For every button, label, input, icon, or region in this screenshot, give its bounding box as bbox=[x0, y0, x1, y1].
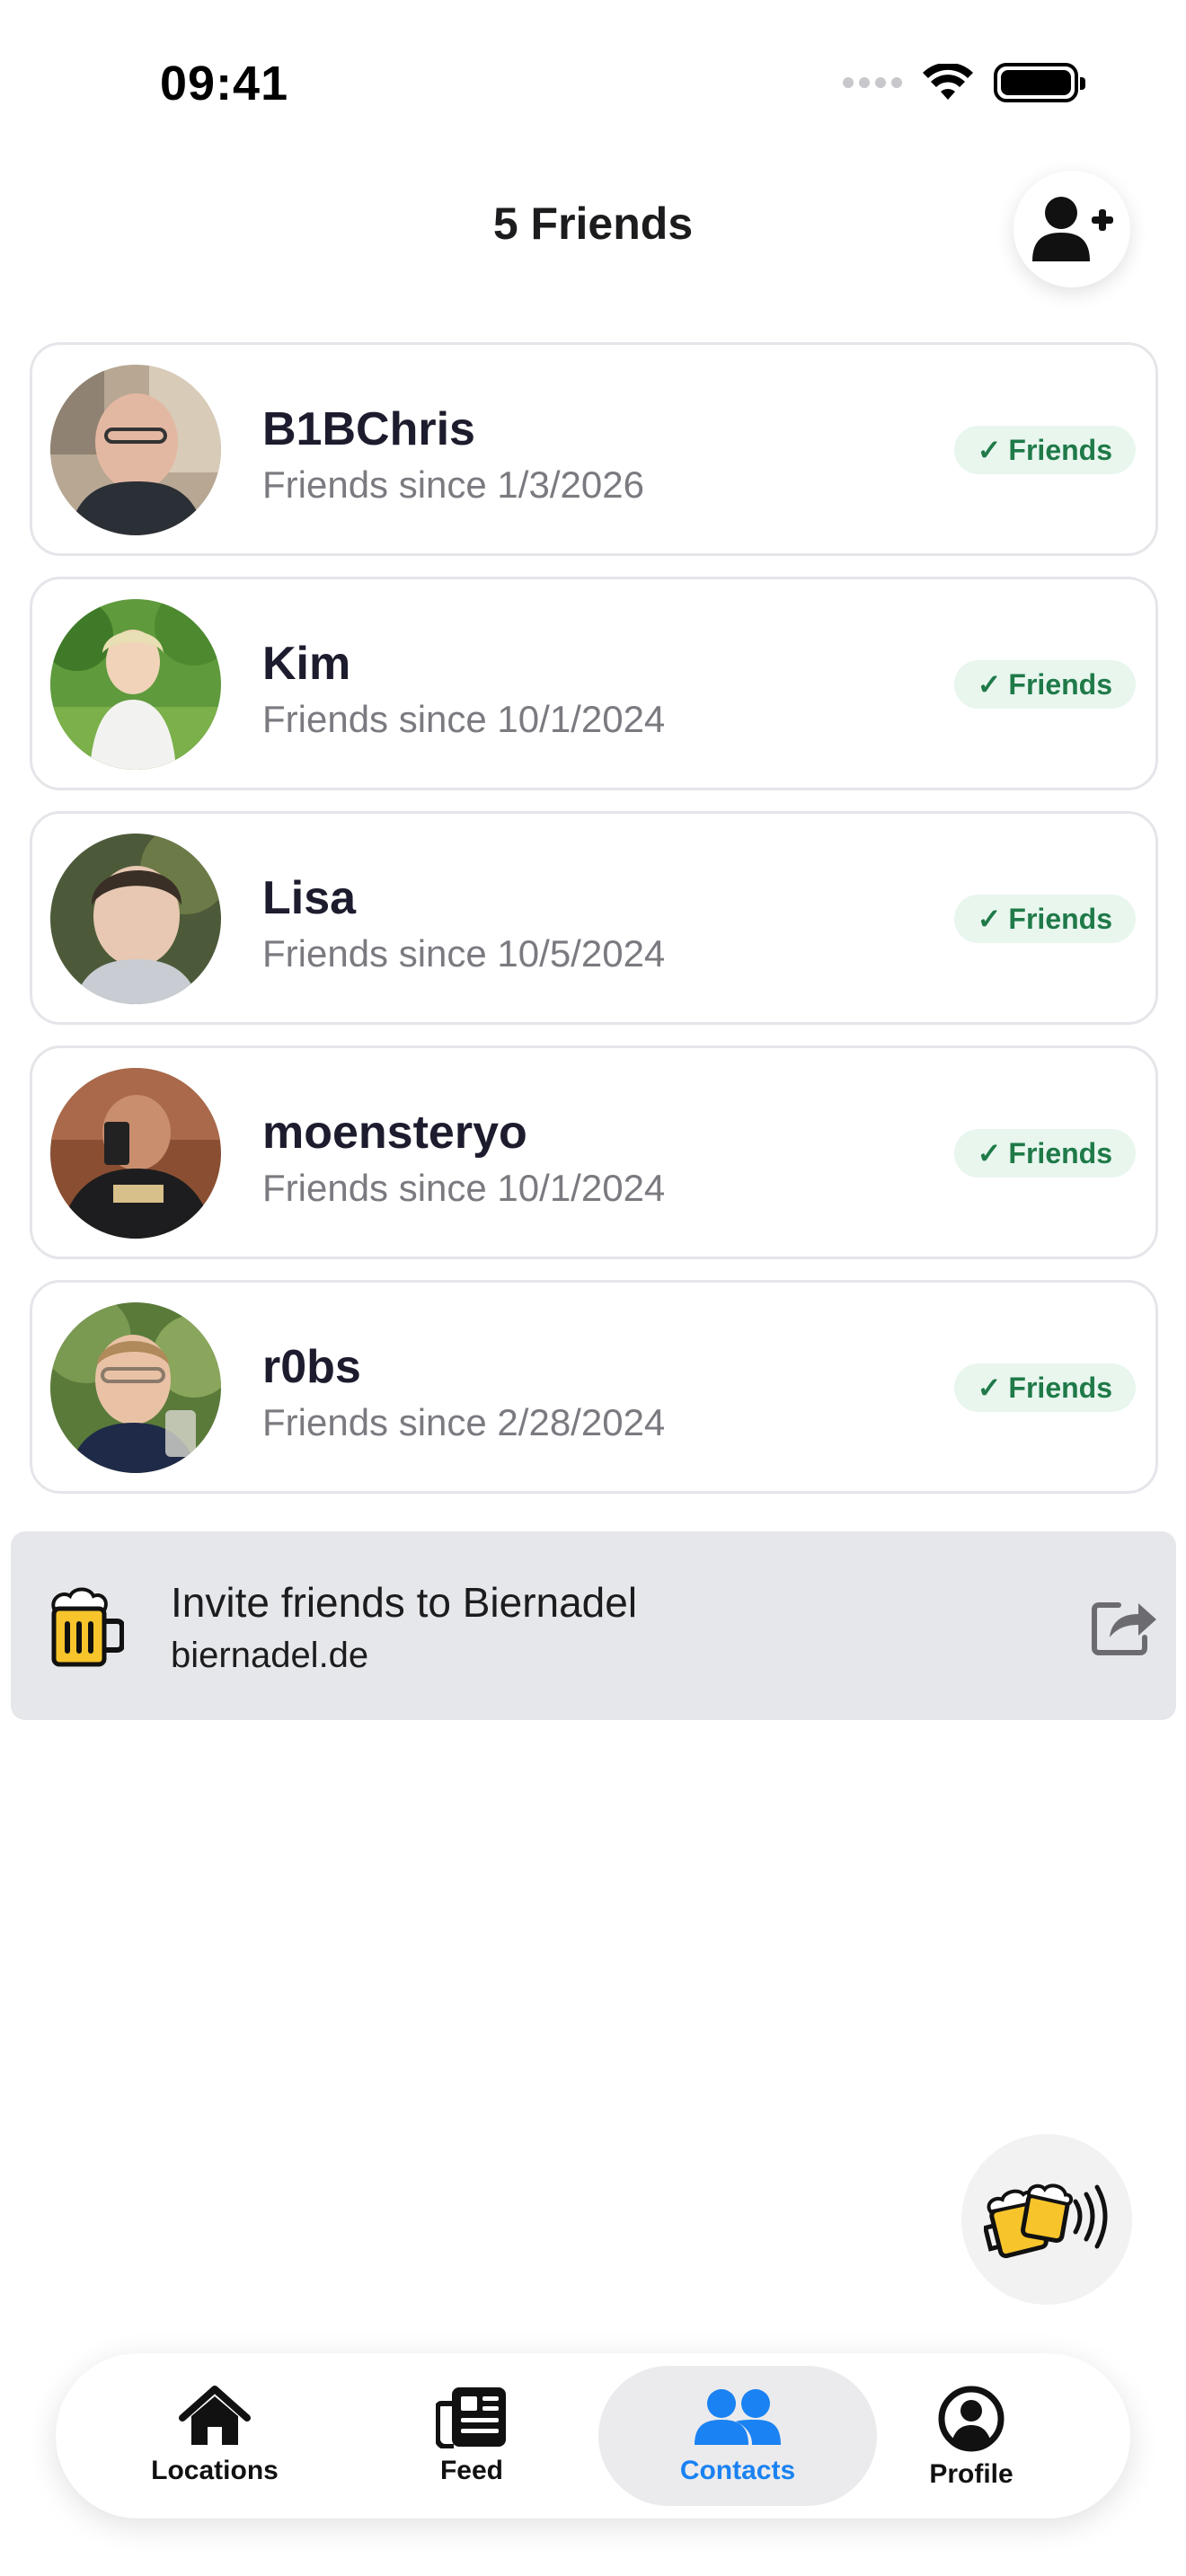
friend-since: Friends since 10/5/2024 bbox=[262, 932, 666, 975]
check-icon: ✓ bbox=[977, 668, 1002, 701]
badge-label: Friends bbox=[1008, 1371, 1112, 1404]
friend-list: B1BChris Friends since 1/3/2026 ✓ Friend… bbox=[30, 342, 1158, 1514]
status-badge: ✓ Friends bbox=[953, 1363, 1136, 1412]
friend-since: Friends since 10/1/2024 bbox=[262, 1167, 666, 1209]
avatar[interactable] bbox=[50, 365, 221, 535]
avatar[interactable] bbox=[50, 599, 221, 770]
tab-profile[interactable]: Profile bbox=[832, 2366, 1111, 2506]
tab-label: Locations bbox=[151, 2456, 279, 2485]
friend-row[interactable]: Kim Friends since 10/1/2024 ✓ Friends bbox=[30, 577, 1158, 790]
check-icon: ✓ bbox=[977, 1137, 1002, 1169]
badge-label: Friends bbox=[1008, 1136, 1112, 1169]
beer-mug-icon bbox=[47, 1585, 125, 1672]
status-badge: ✓ Friends bbox=[953, 1129, 1136, 1178]
check-icon: ✓ bbox=[977, 903, 1002, 935]
wifi-icon bbox=[923, 64, 973, 100]
page-title: 5 Friends bbox=[492, 198, 694, 249]
users-icon bbox=[695, 2389, 781, 2445]
avatar[interactable] bbox=[50, 1068, 221, 1239]
cellular-signal-icon bbox=[843, 77, 902, 88]
avatar[interactable] bbox=[50, 1302, 221, 1473]
friend-row[interactable]: moensteryo Friends since 10/1/2024 ✓ Fri… bbox=[30, 1045, 1158, 1259]
friend-row[interactable]: Lisa Friends since 10/5/2024 ✓ Friends bbox=[30, 811, 1158, 1025]
tab-locations[interactable]: Locations bbox=[75, 2366, 354, 2506]
check-icon: ✓ bbox=[977, 434, 1002, 466]
share-icon[interactable] bbox=[1092, 1596, 1158, 1660]
status-indicators bbox=[843, 63, 1085, 102]
beer-cheers-button[interactable] bbox=[961, 2134, 1132, 2305]
avatar[interactable] bbox=[50, 834, 221, 1004]
friend-since: Friends since 1/3/2026 bbox=[262, 463, 644, 506]
tab-label: Contacts bbox=[679, 2456, 796, 2485]
friend-name: B1BChris bbox=[262, 403, 475, 455]
invite-title: Invite friends to Biernadel bbox=[171, 1579, 638, 1626]
house-icon bbox=[179, 2386, 251, 2445]
newspaper-icon bbox=[436, 2387, 506, 2448]
tab-label: Feed bbox=[439, 2456, 504, 2485]
badge-label: Friends bbox=[1008, 902, 1112, 935]
friend-row[interactable]: B1BChris Friends since 1/3/2026 ✓ Friend… bbox=[30, 342, 1158, 556]
tab-feed[interactable]: Feed bbox=[332, 2366, 611, 2506]
friend-row[interactable]: r0bs Friends since 2/28/2024 ✓ Friends bbox=[30, 1280, 1158, 1494]
contacts-screen: 09:41 5 Friends B1BChris Friends since 1… bbox=[0, 0, 1186, 2576]
status-time: 09:41 bbox=[160, 57, 289, 110]
user-circle-icon bbox=[938, 2386, 1005, 2452]
friend-since: Friends since 10/1/2024 bbox=[262, 698, 666, 740]
friend-name: r0bs bbox=[262, 1341, 361, 1393]
tab-bar: Locations Feed Contacts Profile bbox=[56, 2353, 1130, 2519]
add-friend-button[interactable] bbox=[1013, 171, 1130, 287]
check-icon: ✓ bbox=[977, 1372, 1002, 1404]
user-plus-icon bbox=[1032, 197, 1113, 261]
status-badge: ✓ Friends bbox=[953, 660, 1136, 709]
badge-label: Friends bbox=[1008, 667, 1112, 701]
invite-url: biernadel.de bbox=[171, 1636, 369, 1675]
beer-cheers-icon bbox=[984, 2183, 1108, 2259]
badge-label: Friends bbox=[1008, 433, 1112, 466]
invite-friends-banner[interactable]: Invite friends to Biernadel biernadel.de bbox=[11, 1531, 1176, 1720]
friend-name: Kim bbox=[262, 638, 351, 690]
friend-since: Friends since 2/28/2024 bbox=[262, 1401, 666, 1443]
status-badge: ✓ Friends bbox=[953, 895, 1136, 943]
friend-name: Lisa bbox=[262, 872, 357, 924]
status-badge: ✓ Friends bbox=[953, 426, 1136, 474]
battery-icon bbox=[994, 63, 1085, 102]
tab-label: Profile bbox=[929, 2459, 1013, 2489]
friend-name: moensteryo bbox=[262, 1107, 527, 1159]
